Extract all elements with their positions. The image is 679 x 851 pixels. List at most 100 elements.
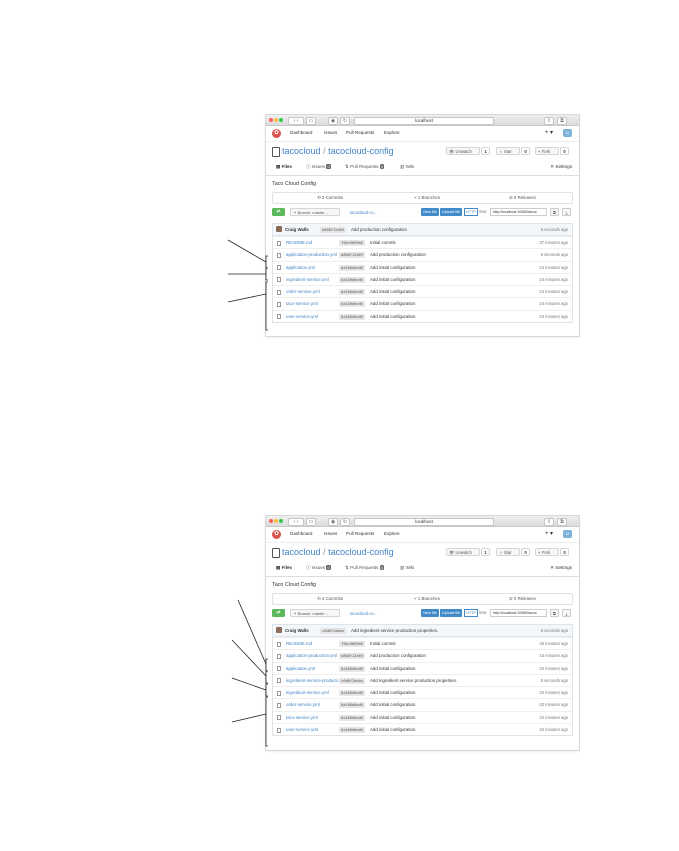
file-commit-sha[interactable]: 0a106d6ed6: [339, 313, 365, 320]
address-bar[interactable]: localhost: [354, 517, 494, 526]
tab-settings[interactable]: ✕ Settings: [550, 164, 572, 170]
tabs-icon[interactable]: ⧉: [557, 517, 567, 526]
close-window-button[interactable]: [269, 519, 273, 523]
fork-count[interactable]: 0: [560, 147, 569, 155]
watch-count[interactable]: 1: [481, 548, 490, 556]
file-name-link[interactable]: order-service.yml: [286, 289, 320, 294]
file-commit-message[interactable]: Add initial configuration: [370, 727, 415, 732]
fork-button[interactable]: ⑂ Fork: [535, 548, 559, 556]
download-icon[interactable]: ⤓: [562, 208, 571, 216]
branch-selector[interactable]: ⑂ Branch: master ▾: [290, 208, 340, 216]
file-commit-sha[interactable]: f9bc9669b8: [339, 240, 365, 246]
file-name-link[interactable]: application.yml: [286, 666, 315, 671]
star-count[interactable]: 0: [521, 548, 530, 556]
file-name-link[interactable]: taco-service.yml: [286, 301, 318, 306]
star-button[interactable]: ☆ Star: [496, 147, 520, 155]
address-bar[interactable]: localhost: [354, 116, 494, 125]
compare-button[interactable]: ⇄: [272, 208, 285, 216]
repo-owner-link[interactable]: tacocloud: [282, 547, 321, 557]
releases-link[interactable]: ⊘ 0 Releases: [509, 195, 536, 201]
file-row[interactable]: README.md f9bc9669b8 Initial commit 45 minu…: [273, 637, 572, 649]
tab-issues[interactable]: ⓘ Issues 0: [306, 565, 331, 571]
file-commit-message[interactable]: Initial commit: [370, 641, 396, 646]
file-name-link[interactable]: application-production.yml: [286, 252, 337, 257]
file-name-link[interactable]: application.yml: [286, 265, 315, 270]
minimize-window-button[interactable]: [274, 118, 278, 122]
tab-files[interactable]: ▤ Files: [276, 565, 292, 571]
reader-icon[interactable]: ↻: [340, 517, 350, 526]
file-row[interactable]: order-service.yml 0a106d6ed6 Add initial c…: [273, 698, 572, 710]
file-name-link[interactable]: taco-service.yml: [286, 715, 318, 720]
file-commit-message[interactable]: Add initial configuration: [370, 666, 415, 671]
back-forward-buttons[interactable]: ‹ ›: [288, 517, 304, 526]
compare-button[interactable]: ⇄: [272, 609, 285, 617]
star-button[interactable]: ☆ Star: [496, 548, 520, 556]
gogs-logo-icon[interactable]: ✿: [272, 129, 281, 138]
create-new-menu[interactable]: + ▾: [545, 530, 553, 537]
copy-clone-url-icon[interactable]: ⧉: [550, 609, 559, 617]
file-commit-sha[interactable]: 0a106d6ed6: [339, 301, 365, 308]
file-name-link[interactable]: README.md: [286, 240, 312, 245]
repo-owner-link[interactable]: tacocloud: [282, 146, 321, 156]
repo-name-link[interactable]: tacocloud-config: [328, 547, 394, 557]
file-commit-sha[interactable]: 0a106d6ed6: [339, 276, 365, 283]
file-commit-message[interactable]: Add initial configuration: [370, 289, 415, 294]
file-commit-sha[interactable]: 0a106d6ed6: [339, 289, 365, 296]
file-commit-sha[interactable]: 0a106d6ed6: [339, 665, 365, 672]
file-name-link[interactable]: application-production.yml: [286, 653, 337, 658]
file-row[interactable]: application.yml 0a106d6ed6 Add initial con…: [273, 661, 572, 674]
file-commit-message[interactable]: Add initial configuration: [370, 265, 415, 270]
branch-selector[interactable]: ⑂ Branch: master ▾: [290, 609, 340, 617]
file-commit-message[interactable]: Add initial configuration: [370, 314, 415, 319]
file-commit-sha[interactable]: f9bc9669b8: [339, 641, 365, 647]
share-icon[interactable]: ⇪: [544, 116, 554, 125]
file-name-link[interactable]: user-service.yml: [286, 314, 318, 319]
ssh-clone-button[interactable]: SSH: [479, 208, 486, 216]
tab-wiki[interactable]: ▥ Wiki: [400, 565, 414, 571]
file-row[interactable]: taco-service.yml 0a106d6ed6 Add initial co…: [273, 710, 572, 723]
file-name-link[interactable]: user-service.yml: [286, 727, 318, 732]
file-name-link[interactable]: ingredient-service.yml: [286, 690, 329, 695]
shield-icon[interactable]: ◉: [328, 116, 338, 125]
file-row[interactable]: user-service.yml 0a106d6ed6 Add initial co…: [273, 723, 572, 735]
commit-sha[interactable]: b808f12a69: [320, 226, 346, 233]
star-count[interactable]: 0: [521, 147, 530, 155]
file-commit-message[interactable]: Add initial configuration: [370, 690, 415, 695]
releases-link[interactable]: ⊘ 0 Releases: [509, 596, 536, 602]
sidebar-icon[interactable]: ▭: [306, 116, 316, 125]
branches-link[interactable]: ⑂ 1 Branches: [414, 195, 440, 200]
file-row[interactable]: application-production.yml b808f12a69 Add …: [273, 649, 572, 661]
upload-file-button[interactable]: Upload file: [440, 208, 462, 216]
file-commit-sha[interactable]: c6d6f2abba: [339, 677, 365, 684]
gogs-logo-icon[interactable]: ✿: [272, 530, 281, 539]
commit-sha[interactable]: c6d6f2abba: [320, 627, 346, 634]
tab-wiki[interactable]: ▥ Wiki: [400, 164, 414, 170]
reader-icon[interactable]: ↻: [340, 116, 350, 125]
file-name-link[interactable]: ingredient-service-producti...: [286, 678, 341, 683]
commit-author[interactable]: Craig Walls: [285, 227, 309, 232]
create-new-menu[interactable]: + ▾: [545, 129, 553, 136]
file-commit-message[interactable]: Add ingredient service production proper…: [370, 678, 457, 683]
branches-link[interactable]: ⑂ 1 Branches: [414, 596, 440, 601]
back-forward-buttons[interactable]: ‹ ›: [288, 116, 304, 125]
file-commit-sha[interactable]: 0a106d6ed6: [339, 714, 365, 721]
maximize-window-button[interactable]: [279, 118, 283, 122]
file-name-link[interactable]: order-service.yml: [286, 702, 320, 707]
download-icon[interactable]: ⤓: [562, 609, 571, 617]
file-commit-message[interactable]: Add initial configuration: [370, 715, 415, 720]
file-row[interactable]: order-service.yml 0a106d6ed6 Add initial c…: [273, 285, 572, 297]
nav-pull-requests[interactable]: Pull Requests: [346, 130, 374, 135]
shield-icon[interactable]: ◉: [328, 517, 338, 526]
http-clone-button[interactable]: HTTP: [464, 208, 478, 216]
fork-button[interactable]: ⑂ Fork: [535, 147, 559, 155]
file-row[interactable]: taco-service.yml 0a106d6ed6 Add initial co…: [273, 297, 572, 309]
nav-issues[interactable]: Issues: [324, 130, 337, 135]
tabs-icon[interactable]: ⧉: [557, 116, 567, 125]
clone-url-input[interactable]: http://localhost:10080/tacoc: [490, 609, 547, 617]
tab-settings[interactable]: ✕ Settings: [550, 565, 572, 571]
nav-explore[interactable]: Explore: [384, 531, 400, 536]
file-commit-sha[interactable]: 0a106d6ed6: [339, 727, 365, 734]
tab-issues[interactable]: ⓘ Issues 0: [306, 164, 331, 170]
file-row[interactable]: user-service.yml 0a106d6ed6 Add initial co…: [273, 309, 572, 322]
tab-pull-requests[interactable]: ⇅ Pull Requests 0: [345, 164, 384, 170]
